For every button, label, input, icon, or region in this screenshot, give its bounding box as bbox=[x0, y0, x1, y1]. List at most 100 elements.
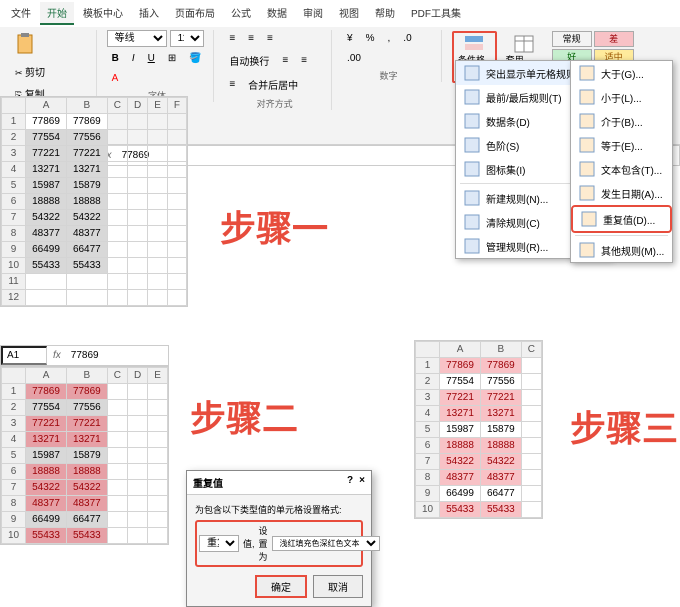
cell[interactable]: 15987 bbox=[26, 448, 67, 464]
cell[interactable] bbox=[521, 390, 541, 406]
row-header[interactable]: 3 bbox=[416, 390, 440, 406]
tab-data[interactable]: 数据 bbox=[260, 2, 294, 25]
cell[interactable]: 77556 bbox=[480, 374, 521, 390]
cell[interactable]: 77554 bbox=[26, 400, 67, 416]
cell[interactable] bbox=[148, 496, 168, 512]
cell[interactable]: 13271 bbox=[26, 162, 67, 178]
cell[interactable]: 15879 bbox=[66, 178, 107, 194]
row-header[interactable]: 8 bbox=[416, 470, 440, 486]
cut-button[interactable]: ✂ 剪切 bbox=[10, 61, 64, 82]
menu-item-other[interactable]: 其他规则(M)... bbox=[571, 238, 672, 262]
dec-dec-button[interactable]: .00 bbox=[342, 50, 366, 67]
menu-item-dup[interactable]: 重复值(D)... bbox=[571, 205, 672, 233]
row-header[interactable]: 1 bbox=[416, 358, 440, 374]
cell[interactable] bbox=[521, 374, 541, 390]
cell[interactable]: 77221 bbox=[480, 390, 521, 406]
col-header[interactable]: A bbox=[26, 368, 67, 384]
cell[interactable] bbox=[107, 496, 127, 512]
cell[interactable] bbox=[167, 130, 186, 146]
align-right-button[interactable]: ≡ bbox=[224, 76, 240, 93]
cell[interactable]: 48377 bbox=[26, 496, 67, 512]
cell[interactable]: 55433 bbox=[66, 258, 107, 274]
cell[interactable]: 54322 bbox=[440, 454, 481, 470]
cell[interactable] bbox=[127, 448, 147, 464]
col-header[interactable]: E bbox=[148, 98, 168, 114]
cell[interactable] bbox=[127, 432, 147, 448]
cell[interactable]: 77221 bbox=[26, 416, 67, 432]
cell[interactable] bbox=[148, 384, 168, 400]
cell[interactable]: 77556 bbox=[66, 400, 107, 416]
cell[interactable] bbox=[167, 178, 186, 194]
cell[interactable] bbox=[107, 400, 127, 416]
cell[interactable] bbox=[167, 114, 186, 130]
row-header[interactable]: 10 bbox=[2, 258, 26, 274]
tab-view[interactable]: 视图 bbox=[332, 2, 366, 25]
cell[interactable] bbox=[521, 422, 541, 438]
cell[interactable] bbox=[167, 210, 186, 226]
cell[interactable] bbox=[148, 416, 168, 432]
cell[interactable]: 77221 bbox=[66, 416, 107, 432]
cell[interactable] bbox=[107, 210, 127, 226]
cell[interactable] bbox=[521, 502, 541, 518]
bold-button[interactable]: B bbox=[107, 50, 124, 67]
cell[interactable]: 66499 bbox=[26, 512, 67, 528]
cell[interactable] bbox=[26, 274, 67, 290]
italic-button[interactable]: I bbox=[127, 50, 140, 67]
cell[interactable] bbox=[521, 470, 541, 486]
row-header[interactable]: 3 bbox=[2, 146, 26, 162]
row-header[interactable]: 7 bbox=[2, 210, 26, 226]
cell[interactable] bbox=[167, 226, 186, 242]
cell[interactable] bbox=[148, 512, 168, 528]
cell[interactable] bbox=[107, 178, 127, 194]
cell[interactable] bbox=[107, 258, 127, 274]
row-header[interactable]: 2 bbox=[416, 374, 440, 390]
align-center-button[interactable]: ≡ bbox=[296, 52, 312, 69]
cell[interactable] bbox=[107, 384, 127, 400]
style-normal[interactable]: 常规 bbox=[552, 31, 592, 47]
row-header[interactable]: 12 bbox=[2, 290, 26, 306]
menu-item-between[interactable]: 介于(B)... bbox=[571, 109, 672, 133]
cell[interactable] bbox=[521, 438, 541, 454]
col-header[interactable]: A bbox=[440, 342, 481, 358]
cell[interactable]: 77554 bbox=[26, 130, 67, 146]
cell[interactable] bbox=[107, 448, 127, 464]
col-header[interactable]: B bbox=[66, 368, 107, 384]
cell[interactable] bbox=[127, 274, 147, 290]
tab-help[interactable]: 帮助 bbox=[368, 2, 402, 25]
cell[interactable] bbox=[148, 114, 168, 130]
cell[interactable] bbox=[127, 162, 147, 178]
cell[interactable]: 77869 bbox=[66, 114, 107, 130]
cell[interactable] bbox=[521, 454, 541, 470]
cell[interactable] bbox=[107, 242, 127, 258]
row-header[interactable]: 4 bbox=[2, 432, 26, 448]
cell[interactable] bbox=[127, 130, 147, 146]
merge-button[interactable]: 合并后居中 bbox=[243, 74, 303, 95]
cell[interactable] bbox=[148, 480, 168, 496]
border-button[interactable]: ⊞ bbox=[163, 50, 181, 67]
formula-value-2[interactable]: 77869 bbox=[67, 348, 103, 363]
cell[interactable]: 48377 bbox=[66, 226, 107, 242]
cell[interactable]: 66499 bbox=[440, 486, 481, 502]
col-header[interactable]: D bbox=[127, 368, 147, 384]
cell[interactable] bbox=[521, 486, 541, 502]
row-header[interactable]: 11 bbox=[2, 274, 26, 290]
cell[interactable]: 55433 bbox=[480, 502, 521, 518]
row-header[interactable]: 2 bbox=[2, 400, 26, 416]
cell[interactable]: 66499 bbox=[26, 242, 67, 258]
menu-item-gt[interactable]: 大于(G)... bbox=[571, 61, 672, 85]
col-header[interactable]: C bbox=[107, 368, 127, 384]
cell[interactable] bbox=[148, 242, 168, 258]
cell[interactable]: 54322 bbox=[66, 210, 107, 226]
cell[interactable] bbox=[107, 274, 127, 290]
align-left-button[interactable]: ≡ bbox=[277, 52, 293, 69]
cell[interactable]: 15879 bbox=[480, 422, 521, 438]
row-header[interactable]: 3 bbox=[2, 416, 26, 432]
cell[interactable] bbox=[148, 274, 168, 290]
cell[interactable] bbox=[107, 130, 127, 146]
percent-button[interactable]: % bbox=[361, 30, 380, 47]
cell[interactable] bbox=[107, 226, 127, 242]
cell[interactable] bbox=[148, 400, 168, 416]
cell[interactable] bbox=[127, 400, 147, 416]
row-header[interactable]: 7 bbox=[2, 480, 26, 496]
col-header[interactable]: C bbox=[521, 342, 541, 358]
